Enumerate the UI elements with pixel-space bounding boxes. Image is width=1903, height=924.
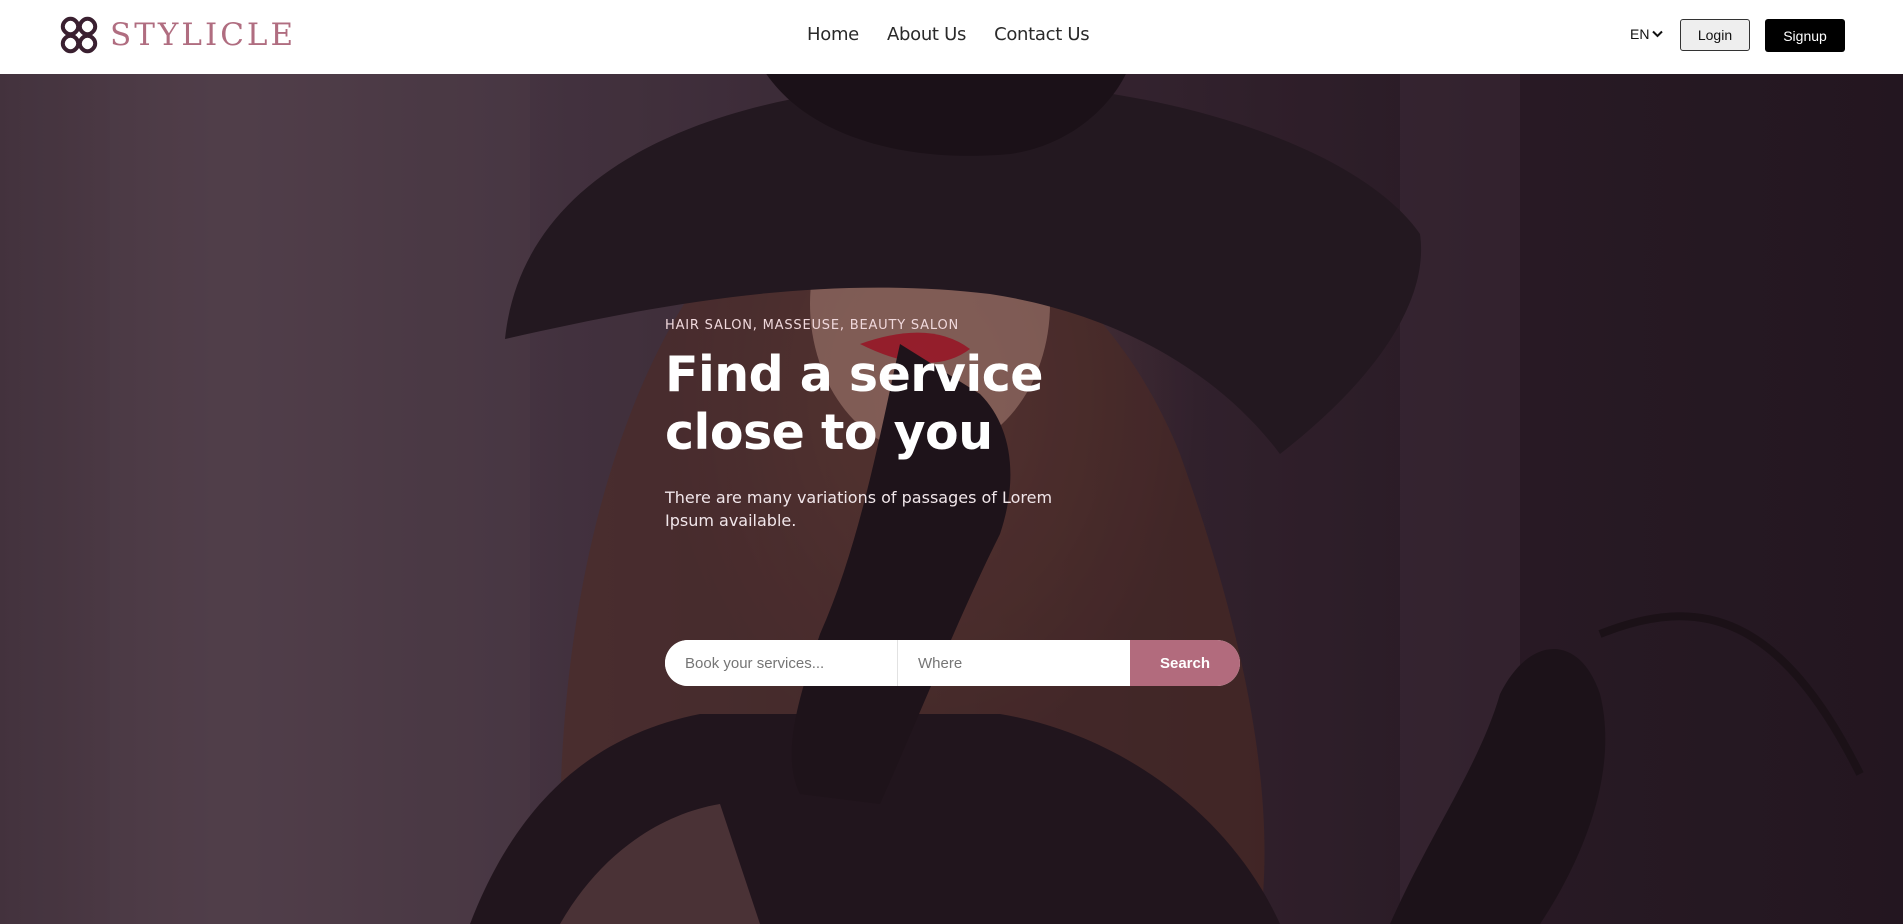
hero-headline: Find a service close to you	[665, 346, 1044, 461]
language-selector[interactable]: EN	[1630, 26, 1664, 42]
nav-contact-us[interactable]: Contact Us	[994, 25, 1090, 45]
chevron-down-icon	[1652, 30, 1664, 38]
brand-name: STYLICLE	[110, 17, 297, 53]
brand-logo[interactable]: STYLICLE	[58, 14, 296, 56]
signup-button[interactable]: Signup	[1765, 19, 1845, 52]
main-nav: Home About Us Contact Us	[807, 25, 1090, 45]
hero-description: There are many variations of passages of…	[665, 488, 1053, 530]
search-bar: Search	[665, 640, 1240, 686]
hero-eyebrow: HAIR SALON, MASSEUSE, BEAUTY SALON	[665, 318, 960, 333]
location-input[interactable]	[898, 640, 1130, 686]
interlocking-rings-logo-icon	[60, 16, 98, 54]
hero-content: HAIR SALON, MASSEUSE, BEAUTY SALON Find …	[665, 318, 1085, 532]
nav-home[interactable]: Home	[807, 25, 859, 45]
top-navbar: STYLICLE Home About Us Contact Us EN Log…	[0, 0, 1903, 74]
language-label: EN	[1630, 26, 1650, 42]
search-button[interactable]: Search	[1130, 640, 1240, 686]
nav-about-us[interactable]: About Us	[887, 25, 966, 45]
login-button[interactable]: Login	[1680, 19, 1750, 51]
service-search-input[interactable]	[665, 640, 897, 686]
